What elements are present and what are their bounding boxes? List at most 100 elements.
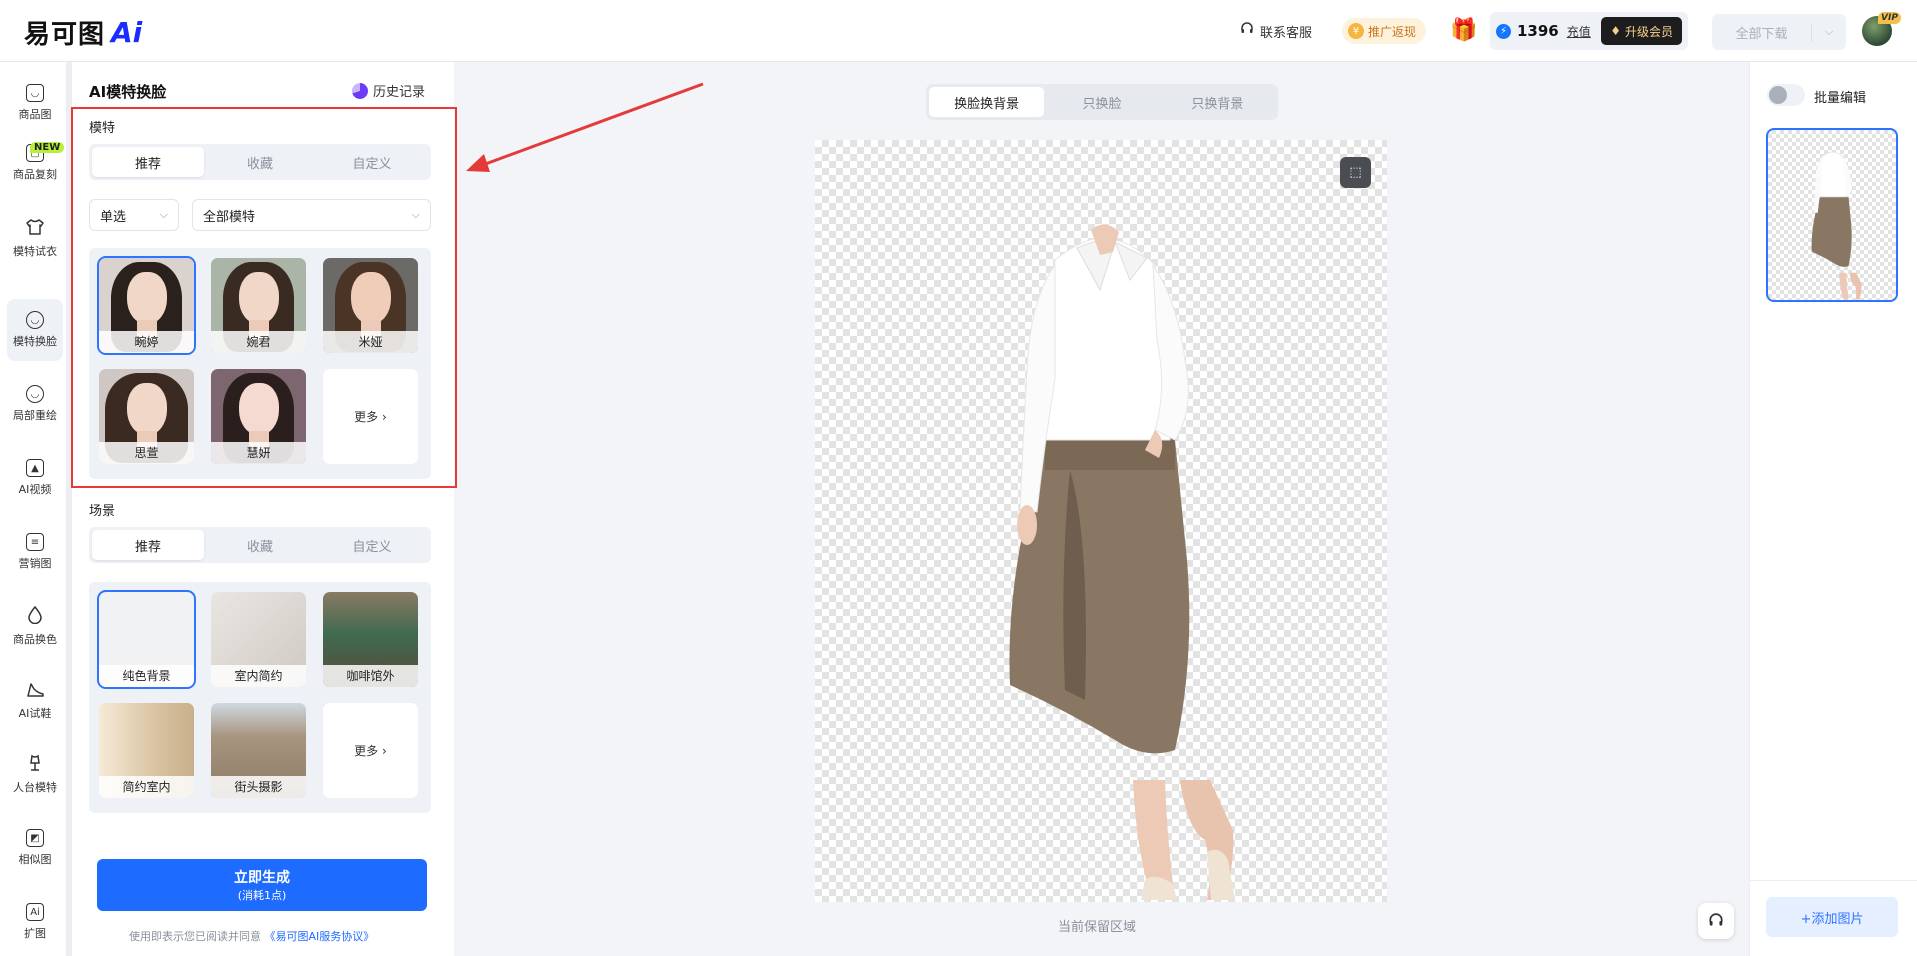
chevron-right-icon: ›: [378, 743, 387, 758]
nav-item-color-change[interactable]: 商品换色: [7, 595, 63, 657]
tab-swap-background-only[interactable]: 只换背景: [1160, 87, 1275, 117]
video-icon: ▲: [26, 459, 44, 477]
generate-cost: (消耗1点): [237, 889, 287, 902]
nav-item-model-tryon[interactable]: 模特试衣: [7, 207, 63, 269]
tab-scene-custom[interactable]: 自定义: [316, 530, 428, 560]
nav-label: 局部重绘: [13, 409, 57, 422]
diamond-icon: ♦: [1610, 24, 1621, 38]
generate-button[interactable]: 立即生成 (消耗1点): [97, 859, 427, 911]
image-canvas[interactable]: [815, 140, 1387, 902]
nav-label: AI试鞋: [18, 706, 52, 720]
nav-item-local-redraw[interactable]: ◡ 局部重绘: [7, 373, 63, 435]
scene-section-label: 场景: [89, 504, 116, 519]
panel-title: AI模特换脸: [89, 83, 167, 101]
image-thumbnail[interactable]: [1766, 128, 1898, 302]
nav-item-expand[interactable]: Ai 扩图: [7, 891, 63, 953]
nav-item-product-image[interactable]: ◡ 商品图: [7, 72, 63, 134]
chevron-down-icon[interactable]: ⌵: [1812, 25, 1846, 39]
history-label: 历史记录: [373, 85, 426, 100]
nav-item-marketing[interactable]: ≡ 营销图: [7, 521, 63, 583]
mannequin-icon: [25, 754, 45, 775]
upgrade-label: 升级会员: [1624, 24, 1673, 39]
annotation-arrow-icon: [466, 82, 704, 172]
keep-area-label: 当前保留区域: [1058, 920, 1137, 935]
scene-name: 简约室内: [99, 776, 194, 798]
add-image-button[interactable]: +添加图片: [1766, 897, 1898, 937]
new-badge: NEW: [30, 142, 65, 153]
more-scenes-button[interactable]: 更多 ›: [323, 703, 418, 798]
history-button[interactable]: 历史记录: [352, 81, 425, 100]
scene-name: 室内简约: [211, 665, 306, 687]
nav-label: 营销图: [18, 557, 52, 570]
nav-label: 相似图: [18, 853, 52, 866]
scene-card[interactable]: 简约室内: [99, 703, 194, 798]
thumbnail-figure: [1811, 151, 1862, 300]
batch-edit-toggle[interactable]: [1767, 84, 1805, 106]
logo[interactable]: 易可图 Ai: [24, 14, 142, 51]
tab-scene-favorites[interactable]: 收藏: [204, 530, 316, 560]
nav-label: 商品复刻: [13, 168, 57, 181]
promo-button[interactable]: ¥ 推广返现: [1342, 18, 1427, 44]
promo-label: 推广返现: [1368, 24, 1417, 39]
color-drop-icon: [27, 605, 43, 627]
nav-label: AI视频: [18, 483, 52, 496]
nav-label: 扩图: [24, 927, 46, 940]
tab-swap-face-and-background[interactable]: 换脸换背景: [929, 87, 1045, 117]
gift-icon[interactable]: 🎁: [1450, 16, 1478, 44]
scene-card[interactable]: 室内简约: [211, 592, 306, 687]
left-nav: ◡ 商品图 ▢ 商品复刻 模特试衣 ◡ 模特换脸 ◡ 局部重绘 ▲ AI视频 ≡…: [0, 62, 70, 956]
tab-swap-face-only[interactable]: 只换脸: [1044, 87, 1159, 117]
headset-icon: [1240, 22, 1254, 40]
scene-card[interactable]: 纯色背景: [97, 590, 196, 689]
tab-scene-recommend[interactable]: 推荐: [92, 530, 204, 560]
upgrade-button[interactable]: ♦ 升级会员: [1601, 17, 1682, 45]
headless-model-figure: [1009, 224, 1235, 900]
points-box: ⚡ 1396 充值 ♦ 升级会员: [1490, 12, 1688, 50]
batch-edit-label: 批量编辑: [1814, 91, 1867, 106]
vip-badge: VIP: [1878, 12, 1901, 24]
customer-service-icon[interactable]: [1698, 903, 1734, 939]
select-area-icon[interactable]: ⬚: [1340, 157, 1371, 188]
scene-card[interactable]: 街头摄影: [211, 703, 306, 798]
top-header: 易可图 Ai 联系客服 ¥ 推广返现 🎁 ⚡ 1396 充值 ♦ 升级会员 全部…: [0, 0, 1917, 62]
more-label: 更多: [354, 744, 379, 758]
image-icon: ◡: [26, 84, 44, 102]
shirt-icon: [25, 218, 45, 239]
logo-ai: Ai: [111, 16, 143, 49]
nav-label: 商品换色: [13, 632, 57, 646]
scene-grid: 纯色背景 室内简约 咖啡馆外 简约室内 街头摄影 更多 ›: [89, 582, 431, 813]
support-label: 联系客服: [1260, 25, 1313, 41]
divider: [1750, 880, 1917, 881]
mode-tabs: 换脸换背景 只换脸 只换背景: [926, 84, 1278, 120]
nav-item-mannequin[interactable]: 人台模特: [7, 743, 63, 805]
scene-card[interactable]: 咖啡馆外: [323, 592, 418, 687]
history-icon: [352, 82, 368, 99]
nav-label: 模特试衣: [13, 244, 57, 258]
highlight-box: [71, 107, 457, 488]
scene-name: 街头摄影: [211, 776, 306, 798]
lightning-icon: ⚡: [1496, 23, 1511, 39]
marketing-icon: ≡: [26, 533, 44, 551]
points-value: 1396: [1517, 22, 1559, 40]
agreement-text: 使用即表示您已阅读并同意 《易可图AI服务协议》: [129, 928, 374, 944]
nav-item-shoe-tryon[interactable]: AI试鞋: [7, 669, 63, 731]
agreement-link[interactable]: 《易可图AI服务协议》: [265, 930, 375, 943]
nav-label: 模特换脸: [13, 335, 57, 348]
similar-icon: ◩: [26, 829, 44, 847]
nav-item-similar[interactable]: ◩ 相似图: [7, 817, 63, 879]
redraw-icon: ◡: [26, 385, 44, 403]
recharge-link[interactable]: 充值: [1567, 23, 1591, 40]
nav-item-face-swap[interactable]: ◡ 模特换脸: [7, 299, 63, 361]
scene-tabs: 推荐 收藏 自定义: [89, 527, 431, 563]
generate-label: 立即生成: [234, 870, 290, 886]
scene-name: 纯色背景: [99, 665, 194, 687]
support-link[interactable]: 联系客服: [1240, 18, 1312, 44]
download-all-button[interactable]: 全部下载 ⌵: [1712, 14, 1846, 50]
nav-item-ai-video[interactable]: ▲ AI视频: [7, 447, 63, 509]
logo-text: 易可图: [24, 20, 106, 50]
shoe-icon: [25, 680, 45, 701]
expand-icon: Ai: [26, 903, 44, 921]
right-panel: 批量编辑 +添加图片: [1749, 62, 1917, 956]
download-all-label: 全部下载: [1712, 22, 1812, 42]
agreement-label: 使用即表示您已阅读并同意: [129, 930, 261, 943]
